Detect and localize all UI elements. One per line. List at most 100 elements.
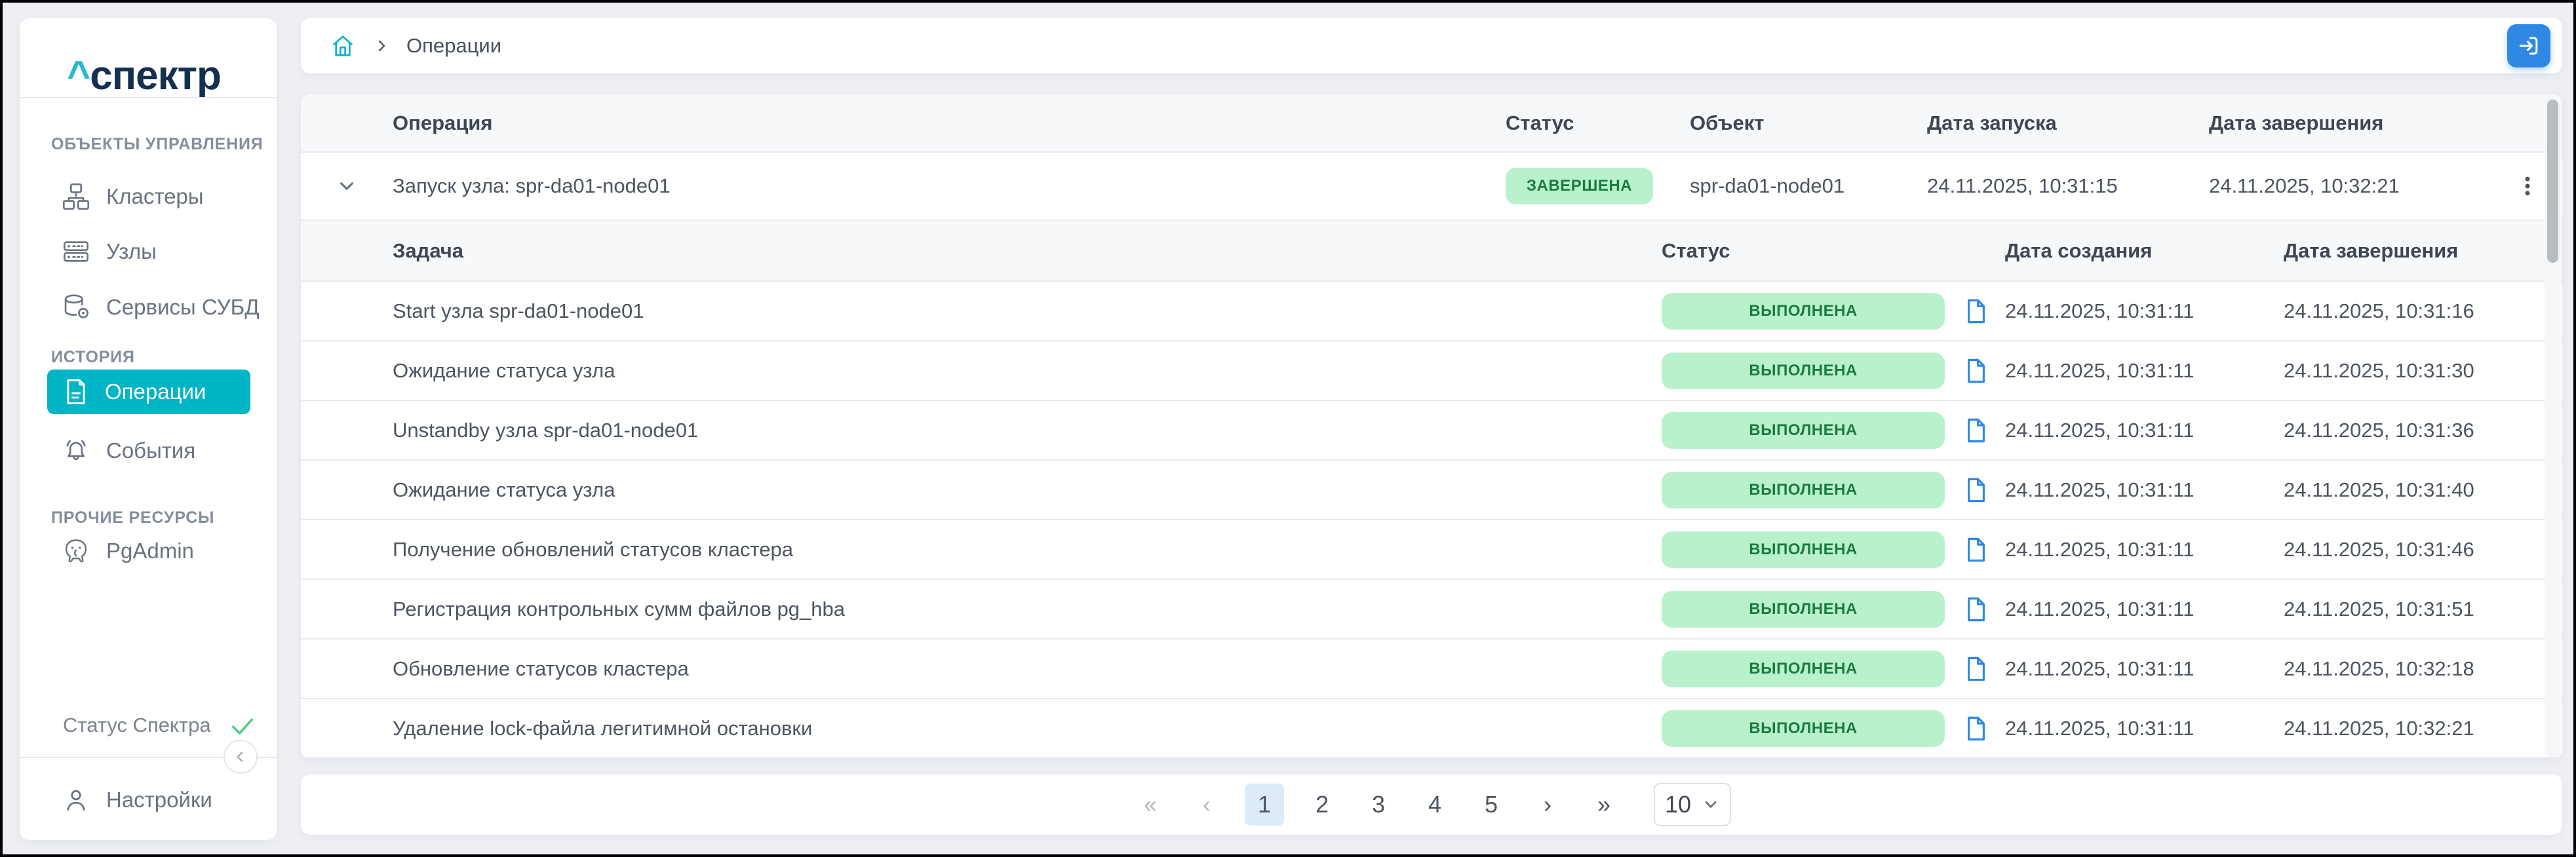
sidebar-item-label: PgAdmin xyxy=(106,539,194,563)
task-log-document-icon[interactable] xyxy=(1961,293,1992,330)
pagination-page-3[interactable]: 3 xyxy=(1360,784,1397,826)
task-finished: 24.11.2025, 10:31:40 xyxy=(2284,478,2562,502)
sidebar-item-label: Кластеры xyxy=(106,184,204,209)
row-actions-kebab-icon[interactable] xyxy=(2512,168,2543,204)
task-status-badge: ВЫПОЛНЕНА xyxy=(1662,651,1945,687)
task-log-document-icon[interactable] xyxy=(1961,591,1992,628)
home-icon[interactable] xyxy=(330,33,355,58)
task-row: Ожидание статуса узла ВЫПОЛНЕНА 24.11.20… xyxy=(301,341,2562,401)
clusters-icon xyxy=(62,182,90,211)
operations-table: Операция Статус Объект Дата запуска Дата… xyxy=(301,94,2562,759)
task-row: Регистрация контрольных сумм файлов pg_h… xyxy=(301,580,2562,639)
logo-caret: ^ xyxy=(67,53,90,98)
col-header-finished: Дата завершения xyxy=(2209,111,2507,135)
task-name: Ожидание статуса узла xyxy=(301,478,1662,502)
sidebar-item-label: События xyxy=(106,438,195,463)
task-name: Unstandby узла spr-da01-node01 xyxy=(301,419,1662,442)
table-scrollbar-thumb[interactable] xyxy=(2547,100,2558,263)
pagination-next-button[interactable]: › xyxy=(1529,784,1566,826)
pagination-bar: « ‹ 1 2 3 4 5 › » 10 xyxy=(301,774,2562,835)
table-scrollbar-track[interactable] xyxy=(2545,96,2561,757)
task-created: 24.11.2025, 10:31:11 xyxy=(2005,359,2284,383)
sidebar: ^спектр ОБЪЕКТЫ УПРАВЛЕНИЯ Кластеры Узлы… xyxy=(20,18,277,840)
login-arrow-icon xyxy=(2516,33,2541,58)
task-status-badge: ВЫПОЛНЕНА xyxy=(1662,710,1945,747)
task-row: Ожидание статуса узла ВЫПОЛНЕНА 24.11.20… xyxy=(301,461,2562,520)
task-log-document-icon[interactable] xyxy=(1961,710,1992,747)
tasks-table-header: Задача Статус Дата создания Дата заверше… xyxy=(301,221,2562,282)
sidebar-item-operations[interactable]: Операции xyxy=(47,370,250,414)
status-ok-check-icon xyxy=(228,711,257,740)
sidebar-item-pgadmin[interactable]: PgAdmin xyxy=(20,532,277,570)
operation-row[interactable]: Запуск узла: spr-da01-node01 ЗАВЕРШЕНА s… xyxy=(301,153,2562,221)
chevron-down-icon xyxy=(1702,795,1720,814)
sidebar-item-label: Настройки xyxy=(106,788,212,812)
events-bell-icon xyxy=(62,436,90,465)
breadcrumb: Операции xyxy=(301,18,2562,73)
task-name: Регистрация контрольных сумм файлов pg_h… xyxy=(301,598,1662,621)
sidebar-collapse-button[interactable] xyxy=(224,740,258,774)
task-log-document-icon[interactable] xyxy=(1961,352,1992,389)
login-button[interactable] xyxy=(2507,24,2550,67)
task-finished: 24.11.2025, 10:32:18 xyxy=(2284,657,2562,681)
col-header-task-finished: Дата завершения xyxy=(2284,239,2562,263)
col-header-operation: Операция xyxy=(393,111,1506,135)
task-name: Ожидание статуса узла xyxy=(301,359,1662,383)
task-finished: 24.11.2025, 10:32:21 xyxy=(2284,717,2562,740)
collapse-row-chevron-icon[interactable] xyxy=(301,175,393,197)
page-size-value: 10 xyxy=(1665,791,1691,818)
operations-icon xyxy=(62,377,90,406)
sidebar-item-label: Операции xyxy=(105,379,206,404)
sidebar-item-settings[interactable]: Настройки xyxy=(20,781,277,819)
spectr-status-label: Статус Спектра xyxy=(63,714,211,737)
pagination-prev-button[interactable]: ‹ xyxy=(1188,784,1225,826)
task-created: 24.11.2025, 10:31:11 xyxy=(2005,299,2284,323)
pagination-last-button[interactable]: » xyxy=(1586,784,1622,826)
task-name: Удаление lock-файла легитимной остановки xyxy=(301,717,1662,740)
sidebar-item-clusters[interactable]: Кластеры xyxy=(20,178,277,216)
task-finished: 24.11.2025, 10:31:30 xyxy=(2284,359,2562,383)
task-created: 24.11.2025, 10:31:11 xyxy=(2005,419,2284,442)
task-log-document-icon[interactable] xyxy=(1961,651,1992,687)
sidebar-section-objects: ОБЪЕКТЫ УПРАВЛЕНИЯ xyxy=(51,131,263,157)
sidebar-item-label: Узлы xyxy=(106,239,157,264)
task-log-document-icon[interactable] xyxy=(1961,472,1992,508)
sidebar-section-other-resources: ПРОЧИЕ РЕСУРСЫ xyxy=(51,505,214,531)
pagination-page-2[interactable]: 2 xyxy=(1304,784,1340,826)
operations-table-header: Операция Статус Объект Дата запуска Дата… xyxy=(301,94,2562,153)
col-header-task-status: Статус xyxy=(1662,239,1955,263)
settings-person-icon xyxy=(62,786,90,814)
sidebar-item-label: Сервисы СУБД xyxy=(106,295,260,320)
task-log-document-icon[interactable] xyxy=(1961,531,1992,568)
col-header-object: Объект xyxy=(1690,111,1927,135)
task-name: Получение обновлений статусов кластера xyxy=(301,538,1662,562)
sidebar-item-db-services[interactable]: Сервисы СУБД xyxy=(20,288,277,326)
task-row: Start узла spr-da01-node01 ВЫПОЛНЕНА 24.… xyxy=(301,282,2562,341)
app-window: ^спектр ОБЪЕКТЫ УПРАВЛЕНИЯ Кластеры Узлы… xyxy=(0,0,2576,857)
task-status-badge: ВЫПОЛНЕНА xyxy=(1662,531,1945,568)
task-name: Обновление статусов кластера xyxy=(301,657,1662,681)
page-size-select[interactable]: 10 xyxy=(1654,783,1731,826)
task-finished: 24.11.2025, 10:31:36 xyxy=(2284,419,2562,442)
operation-status-badge: ЗАВЕРШЕНА xyxy=(1506,168,1653,204)
logo-text: спектр xyxy=(90,53,221,98)
chevron-left-icon xyxy=(232,748,249,765)
task-status-badge: ВЫПОЛНЕНА xyxy=(1662,352,1945,389)
pagination-first-button[interactable]: « xyxy=(1132,784,1169,826)
breadcrumb-current-page: Операции xyxy=(406,34,501,58)
task-row: Получение обновлений статусов кластера В… xyxy=(301,520,2562,580)
pagination-page-4[interactable]: 4 xyxy=(1416,784,1453,826)
task-status-badge: ВЫПОЛНЕНА xyxy=(1662,412,1945,449)
sidebar-item-nodes[interactable]: Узлы xyxy=(20,233,277,271)
col-header-task-created: Дата создания xyxy=(2005,239,2284,263)
pagination-page-1[interactable]: 1 xyxy=(1245,784,1284,826)
sidebar-section-history: ИСТОРИЯ xyxy=(51,344,135,370)
sidebar-item-events[interactable]: События xyxy=(20,432,277,470)
task-status-badge: ВЫПОЛНЕНА xyxy=(1662,293,1945,330)
task-row: Unstandby узла spr-da01-node01 ВЫПОЛНЕНА… xyxy=(301,401,2562,461)
task-name: Start узла spr-da01-node01 xyxy=(301,299,1662,323)
pagination-page-5[interactable]: 5 xyxy=(1473,784,1510,826)
sidebar-divider-top xyxy=(20,97,277,98)
task-finished: 24.11.2025, 10:31:46 xyxy=(2284,538,2562,562)
task-log-document-icon[interactable] xyxy=(1961,412,1992,449)
